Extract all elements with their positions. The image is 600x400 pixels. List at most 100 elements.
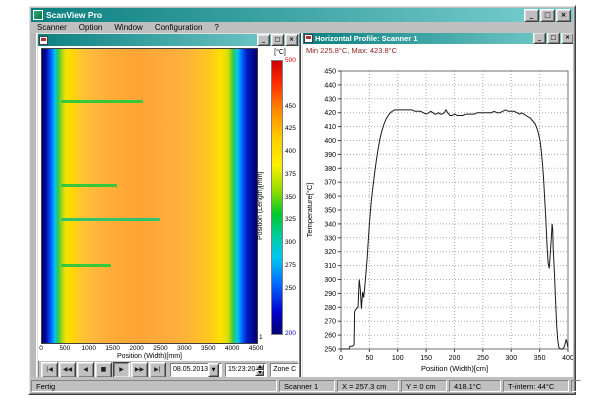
y-tick-label: 400 (324, 138, 336, 145)
colorbar-tick-200: 200 (285, 330, 296, 337)
menu-item-[interactable]: ? (208, 23, 224, 32)
y-tick-label: 390 (324, 152, 336, 159)
time-spinner[interactable]: 15:23:20 (225, 363, 267, 377)
colorbar-tick-400: 400 (285, 148, 296, 155)
scanview-pro-window: ScanView Pro _ □ × ScannerOptionWindowCo… (28, 5, 576, 395)
colorbar-tick-350: 350 (285, 194, 296, 201)
temperature-colorbar (271, 60, 283, 335)
stop-button[interactable]: ■ (95, 362, 112, 378)
playback-buttons: |◀◀◀◀■▶▶▶▶| (41, 362, 167, 378)
profile-minimize-button[interactable]: _ (533, 33, 546, 44)
status-pane-0: Scanner 1 (279, 380, 335, 392)
y-tick-label: 270 (324, 319, 336, 326)
profile-maximize-button[interactable]: □ (547, 33, 560, 44)
x-tick-label: 100 (392, 355, 404, 362)
scan-toolbar: |◀◀◀◀■▶▶▶▶| 08.05.2013 ▼ 15:23:20 Zone C (38, 360, 299, 377)
app-title: ScanView Pro (46, 10, 523, 20)
y-tick-label: 250 (324, 347, 336, 354)
profile-curve (341, 110, 568, 349)
colorbar-tick-325: 325 (285, 216, 296, 223)
profile-chart: 0501001502002503003504002502602702802903… (303, 44, 573, 377)
scan-minimize-button[interactable]: _ (257, 34, 270, 46)
close-button[interactable]: × (556, 9, 571, 22)
desktop: ScanView Pro _ □ × ScannerOptionWindowCo… (0, 0, 600, 400)
y-tick-label: 290 (324, 291, 336, 298)
mdi-client-area: _ □ × 0500100015002000250030003500400045… (31, 33, 573, 377)
go-start-button[interactable]: |◀ (41, 362, 58, 378)
y-tick-label: 260 (324, 333, 336, 340)
profile-x-axis-label: Position (Width)[cm] (421, 364, 488, 373)
fast-rewind-button[interactable]: ◀◀ (59, 362, 76, 378)
x-tick-label: 0 (339, 355, 343, 362)
y-tick-label: 350 (324, 208, 336, 215)
profile-window-title: Horizontal Profile: Scanner 1 (315, 34, 532, 43)
zone-field[interactable]: Zone C (270, 363, 299, 377)
y-tick-label: 310 (324, 263, 336, 270)
maximize-button[interactable]: □ (540, 9, 555, 22)
x-tick-label: 50 (365, 355, 373, 362)
x-tick-label: 200 (449, 355, 461, 362)
status-panes: Scanner 1X = 257.3 cmY = 0 cm418.1°CT-in… (279, 380, 581, 392)
scan-maximize-button[interactable]: □ (271, 34, 284, 46)
main-titlebar: ScanView Pro _ □ × (31, 8, 573, 22)
colorbar-tick-275: 275 (285, 262, 296, 269)
chevron-down-icon[interactable]: ▼ (208, 363, 219, 377)
profile-y-axis-label: Temperature[°C] (305, 183, 314, 238)
time-value: 15:23:20 (228, 366, 255, 373)
y-tick-label: 330 (324, 235, 336, 242)
spinner-buttons (255, 364, 264, 376)
y-tick-label: 440 (324, 82, 336, 89)
x-tick-label: 300 (505, 355, 517, 362)
colorbar-tick-450: 450 (285, 103, 296, 110)
status-pane-4: T-intern: 44°C (503, 380, 569, 392)
status-pane-2: Y = 0 cm (401, 380, 447, 392)
status-ready: Fertig (31, 380, 277, 392)
menubar: ScannerOptionWindowConfiguration? (31, 22, 573, 33)
y-tick-label: 380 (324, 166, 336, 173)
y-tick-label: 300 (324, 277, 336, 284)
minimize-button[interactable]: _ (524, 9, 539, 22)
date-picker[interactable]: 08.05.2013 ▼ (170, 363, 222, 377)
colorbar-tick-250: 250 (285, 285, 296, 292)
statusbar: Fertig Scanner 1X = 257.3 cmY = 0 cm418.… (31, 379, 573, 392)
profile-window-content: Min 225.8°C, Max: 423.8°C 05010015020025… (303, 44, 573, 377)
y-tick-label: 410 (324, 124, 336, 131)
heatmap-x-tick: 4500 (241, 345, 271, 352)
y-tick-label: 430 (324, 96, 336, 103)
scan-close-button[interactable]: × (285, 34, 298, 46)
y-tick-label: 420 (324, 110, 336, 117)
play-button[interactable]: ▶ (113, 362, 130, 378)
scan-window-icon (39, 36, 48, 45)
menu-item-configuration[interactable]: Configuration (149, 23, 209, 32)
zone-value: Zone C (273, 366, 296, 373)
heatmap-streak-1 (61, 184, 117, 187)
fast-forward-button[interactable]: ▶▶ (131, 362, 148, 378)
heatmap-streak-2 (61, 218, 160, 221)
play-back-button[interactable]: ◀ (77, 362, 94, 378)
profile-close-button[interactable]: × (561, 33, 573, 44)
heatmap-x-axis-label: Position (Width)[mm] (41, 353, 258, 360)
colorbar-tick-300: 300 (285, 239, 296, 246)
heatmap-y-tick: 1 (259, 334, 263, 341)
menu-item-window[interactable]: Window (108, 23, 148, 32)
scan-image-window: _ □ × 0500100015002000250030003500400045… (36, 33, 301, 377)
y-tick-label: 370 (324, 180, 336, 187)
colorbar-unit-label: [°C] (268, 49, 292, 56)
scan-window-titlebar: _ □ × (38, 34, 299, 46)
y-tick-label: 360 (324, 194, 336, 201)
colorbar-tick-425: 425 (285, 125, 296, 132)
spin-down-icon[interactable] (255, 370, 264, 376)
menu-item-scanner[interactable]: Scanner (31, 23, 73, 32)
heatmap-y-axis-label: Position (Length)[mm] (257, 106, 264, 306)
profile-window-icon (304, 34, 313, 43)
go-end-button[interactable]: ▶| (149, 362, 166, 378)
menu-item-option[interactable]: Option (73, 23, 109, 32)
y-tick-label: 340 (324, 221, 336, 228)
app-icon (33, 10, 43, 20)
status-pane-1: X = 257.3 cm (337, 380, 399, 392)
y-tick-label: 280 (324, 305, 336, 312)
x-tick-label: 400 (562, 355, 573, 362)
colorbar-tick-500: 500 (285, 57, 296, 64)
scan-window-content: 050010001500200025003000350040004500 Pos… (38, 46, 299, 377)
x-tick-label: 350 (534, 355, 546, 362)
